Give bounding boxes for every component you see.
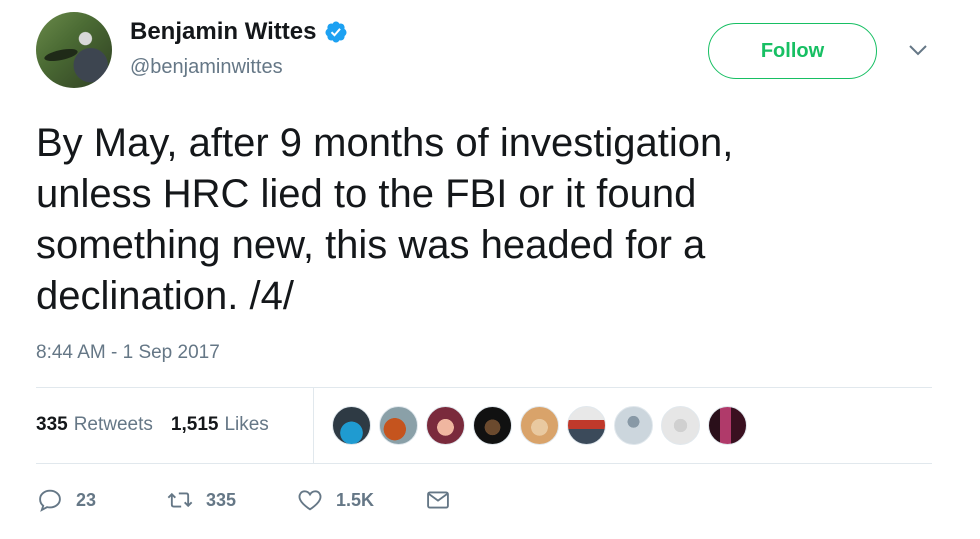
liker-avatar[interactable]: [379, 406, 418, 445]
likes-count: 1,515: [170, 414, 219, 435]
reply-button[interactable]: 23: [36, 486, 166, 514]
liker-avatar[interactable]: [520, 406, 559, 445]
liker-avatar[interactable]: [426, 406, 465, 445]
follow-button[interactable]: Follow: [708, 23, 877, 79]
liker-avatars: [332, 406, 747, 445]
liker-avatar[interactable]: [708, 406, 747, 445]
divider: [36, 387, 932, 388]
liker-avatar[interactable]: [567, 406, 606, 445]
retweets-stat[interactable]: 335 Retweets: [36, 414, 153, 436]
envelope-icon: [427, 491, 449, 509]
divider: [36, 463, 932, 464]
liker-avatar[interactable]: [332, 406, 371, 445]
liker-avatar[interactable]: [473, 406, 512, 445]
verified-badge-icon: [325, 21, 347, 43]
chevron-down-icon[interactable]: [906, 40, 930, 60]
reply-icon: [39, 489, 61, 512]
reply-count: 23: [76, 489, 97, 510]
author-display-name[interactable]: Benjamin Wittes: [130, 18, 316, 46]
stats-divider: [313, 388, 314, 463]
tweet-timestamp[interactable]: 8:44 AM - 1 Sep 2017: [36, 342, 220, 364]
tweet-card: Benjamin Wittes @benjaminwittes Follow B…: [0, 0, 980, 539]
like-button[interactable]: 1.5K: [296, 486, 424, 514]
retweet-count: 335: [206, 489, 237, 510]
retweet-button[interactable]: 335: [166, 486, 296, 514]
likes-stat[interactable]: 1,515 Likes: [171, 414, 269, 436]
liker-avatar[interactable]: [614, 406, 653, 445]
likes-label: Likes: [224, 414, 269, 435]
tweet-stats: 335 Retweets 1,515 Likes: [36, 414, 287, 436]
retweets-label: Retweets: [73, 414, 153, 435]
author-handle[interactable]: @benjaminwittes: [130, 56, 283, 79]
tweet-text: By May, after 9 months of investigation,…: [36, 121, 734, 318]
like-count: 1.5K: [336, 489, 375, 510]
tweet-actions: 23 335 1.5K: [36, 486, 452, 514]
liker-avatar[interactable]: [661, 406, 700, 445]
retweets-count: 335: [36, 414, 68, 435]
retweet-icon: [167, 492, 193, 508]
author-name-row: Benjamin Wittes: [130, 18, 348, 46]
heart-icon: [298, 490, 322, 511]
avatar[interactable]: [36, 12, 112, 88]
direct-message-button[interactable]: [424, 486, 452, 514]
